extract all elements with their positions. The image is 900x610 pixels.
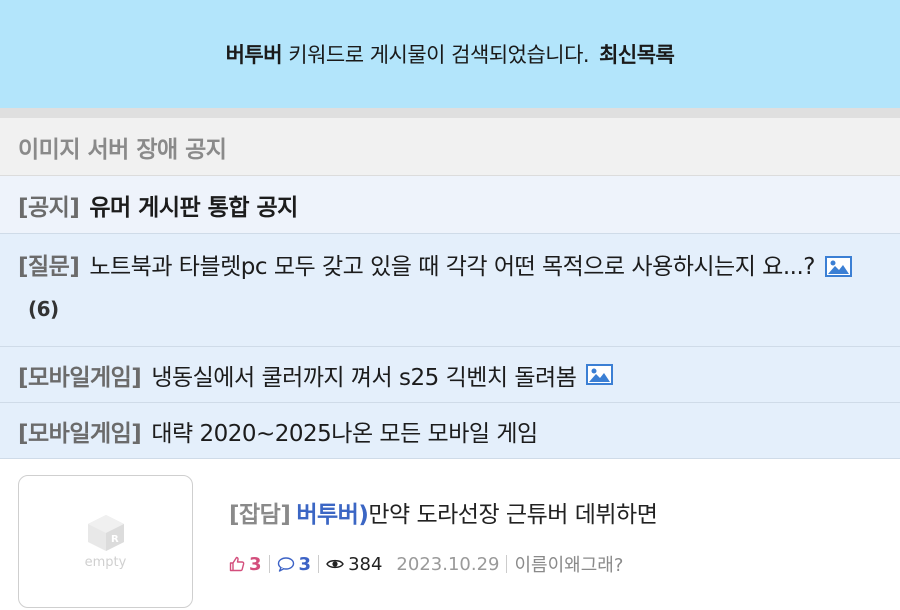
row-category: [모바일게임] bbox=[18, 364, 142, 391]
meta-separator bbox=[318, 555, 320, 573]
image-icon bbox=[824, 256, 852, 277]
post-title[interactable]: [잡담] 버투버)만약 도라선장 근튜버 데뷔하면 bbox=[229, 495, 658, 529]
comment-count: (6) bbox=[28, 297, 59, 321]
speech-bubble-icon bbox=[277, 557, 294, 572]
row-category: [공지] bbox=[18, 194, 80, 221]
row-title: 냉동실에서 쿨러까지 껴서 s25 긱벤치 돌려봄 bbox=[151, 364, 577, 391]
view-count: 384 bbox=[348, 553, 383, 575]
post-date: 2023.10.29 bbox=[396, 553, 500, 575]
row-title: 유머 게시판 통합 공지 bbox=[89, 194, 298, 221]
latest-list-link[interactable]: 최신목록 bbox=[599, 39, 675, 69]
likes: 3 bbox=[229, 554, 262, 575]
thumbnail-label: empty bbox=[84, 554, 127, 570]
image-icon bbox=[586, 364, 614, 385]
row-title: 대략 2020~2025나온 모든 모바일 게임 bbox=[151, 420, 538, 447]
row-title: 노트북과 타블렛pc 모두 갖고 있을 때 각각 어떤 목적으로 사용하시는지 … bbox=[89, 254, 815, 280]
like-count: 3 bbox=[249, 553, 262, 575]
server-notice-title: 이미지 서버 장애 공지 bbox=[18, 136, 227, 163]
comment-count: 3 bbox=[298, 553, 312, 575]
search-message: 키워드로 게시물이 검색되었습니다. bbox=[288, 43, 590, 67]
search-result-banner: 버투버 키워드로 게시물이 검색되었습니다. 최신목록 bbox=[0, 0, 900, 108]
post-meta: 3 3 384 2023.10.29 이름이왜그래? bbox=[229, 551, 657, 577]
empty-image-icon: R bbox=[87, 514, 124, 551]
row-category: [모바일게임] bbox=[18, 420, 142, 447]
section-divider bbox=[0, 108, 900, 118]
post-body: [잡담] 버투버)만약 도라선장 근튜버 데뷔하면 3 3 384 2023.10… bbox=[229, 495, 658, 577]
post-thumbnail[interactable]: R empty bbox=[18, 474, 193, 608]
comments: 3 bbox=[277, 553, 312, 575]
notice-row[interactable]: [공지] 유머 게시판 통합 공지 bbox=[0, 176, 900, 234]
row-category: [질문] bbox=[18, 254, 80, 280]
question-row[interactable]: [질문] 노트북과 타블렛pc 모두 갖고 있을 때 각각 어떤 목적으로 사용하… bbox=[0, 234, 900, 347]
server-notice[interactable]: 이미지 서버 장애 공지 bbox=[0, 118, 900, 176]
mobile-game-row-1[interactable]: [모바일게임] 냉동실에서 쿨러까지 껴서 s25 긱벤치 돌려봄 bbox=[0, 347, 900, 403]
meta-separator bbox=[506, 555, 508, 573]
search-keyword: 버투버 bbox=[225, 43, 283, 67]
post-author[interactable]: 이름이왜그래? bbox=[514, 551, 623, 577]
post-title-text: 만약 도라선장 근튜버 데뷔하면 bbox=[368, 502, 658, 528]
mobile-game-row-2[interactable]: [모바일게임] 대략 2020~2025나온 모든 모바일 게임 bbox=[0, 403, 900, 459]
svg-text:R: R bbox=[111, 534, 119, 545]
eye-icon bbox=[326, 559, 344, 569]
post-tag: [잡담] bbox=[229, 502, 291, 528]
views: 384 bbox=[326, 554, 382, 575]
thumbs-up-icon bbox=[229, 556, 245, 572]
post-keyword: 버투버) bbox=[296, 502, 369, 528]
meta-separator bbox=[268, 555, 270, 573]
post-item[interactable]: R empty [잡담] 버투버)만약 도라선장 근튜버 데뷔하면 3 3 384… bbox=[0, 459, 900, 610]
